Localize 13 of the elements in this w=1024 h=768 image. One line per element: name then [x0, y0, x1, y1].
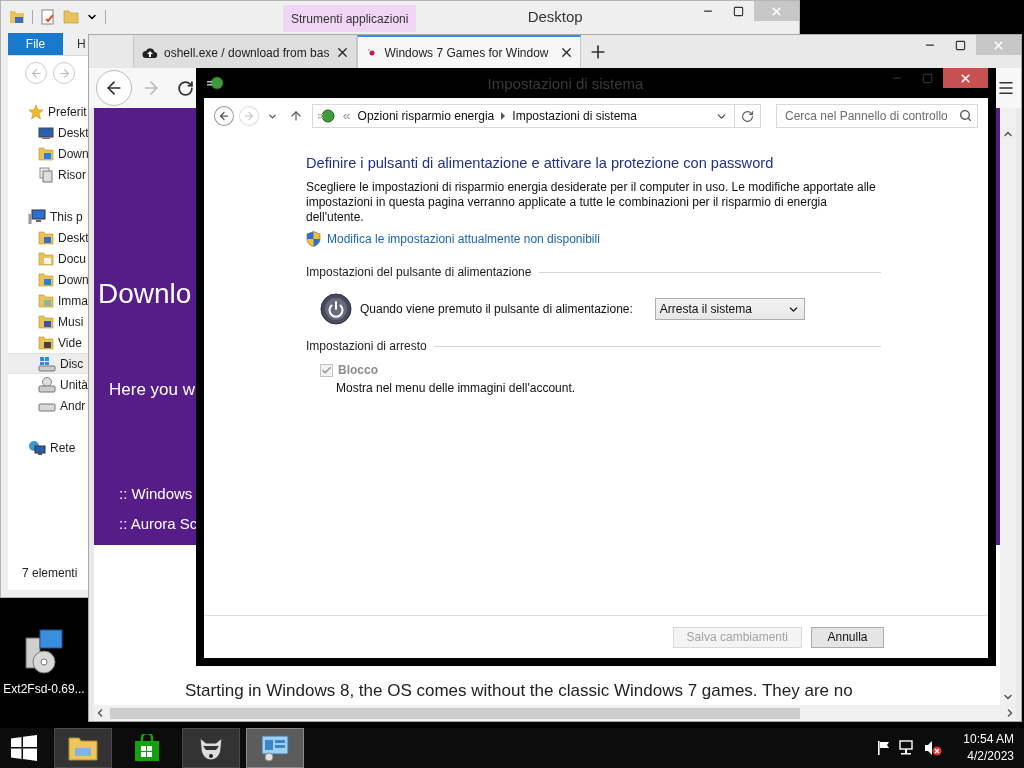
checkbox-description: Mostra nel menu delle immagini dell'account.: [336, 381, 577, 395]
section-title: Impostazioni di arresto: [306, 339, 427, 353]
window-title: Desktop: [526, 7, 584, 27]
checkbox-label: Blocco: [338, 363, 378, 377]
page-heading: Downlo: [98, 278, 192, 310]
page-description: Scegliere le impostazioni di risparmio energia desiderate per il computer in uso. Le modifiche apportate alle impostazioni in questa pagina verranno applicate a tutte le combinazioni per il risparmio di energia dell'utente.: [306, 180, 877, 225]
power-button-label: Quando viene premuto il pulsante di alimentazione:: [360, 302, 633, 316]
page-heading: Definire i pulsanti di alimentazione e attivare la protezione con password: [306, 155, 775, 171]
section-title: Impostazioni del pulsante di alimentazione: [306, 265, 532, 279]
page-lead: Here you w: [109, 380, 195, 400]
status-text: 7 elementi: [21, 566, 79, 582]
dialog-title: Impostazioni di sistema: [486, 73, 645, 94]
page-text: Starting in Windows 8, the OS comes without the classic Windows 7 games. They are no: [185, 681, 853, 701]
